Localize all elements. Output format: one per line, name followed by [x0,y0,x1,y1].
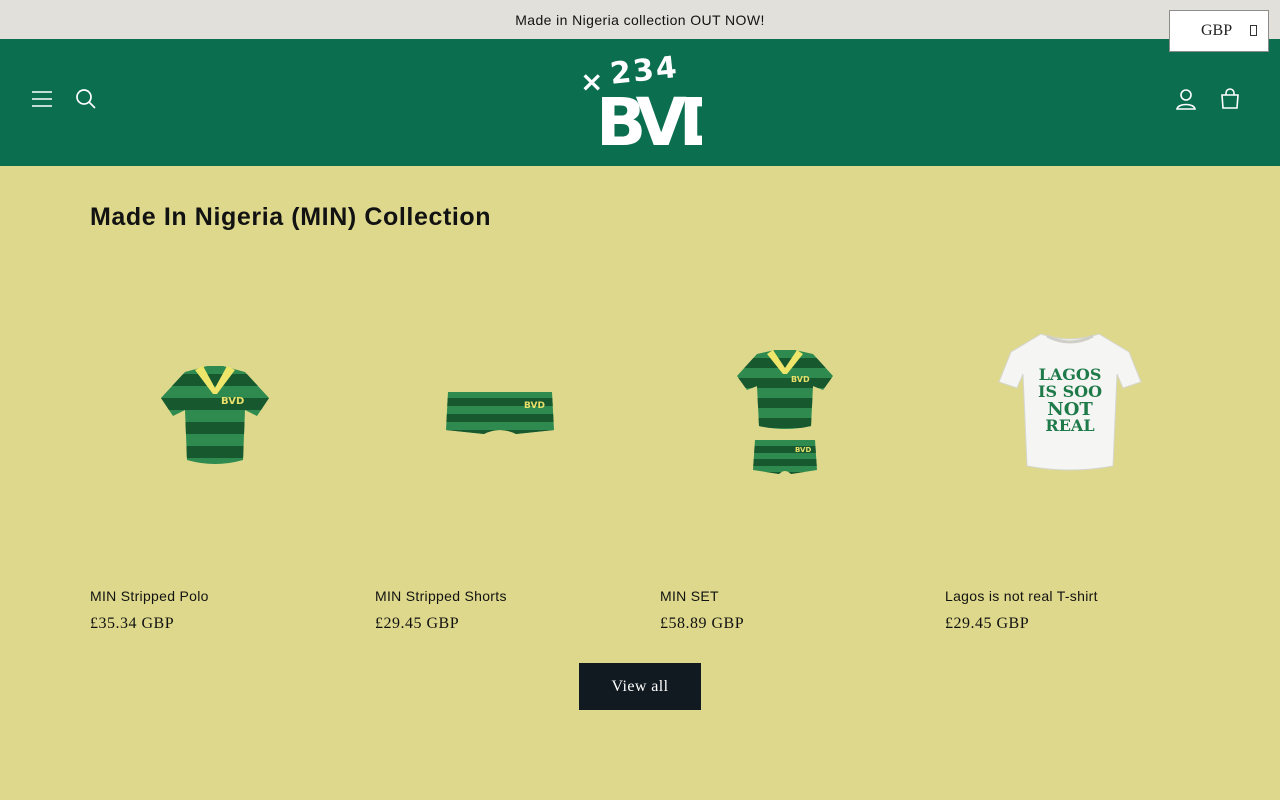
product-name[interactable]: MIN Stripped Polo [90,588,209,604]
section-title: Made In Nigeria (MIN) Collection [90,203,492,231]
product-card[interactable]: LAGOS IS SOO NOT REAL Lagos is not real … [945,272,1195,642]
product-card[interactable]: BVD MIN Stripped Shorts £29.45 GBP [375,272,625,642]
search-icon[interactable] [73,86,99,112]
product-name[interactable]: MIN Stripped Shorts [375,588,507,604]
product-price: £58.89 GBP [660,615,745,632]
product-price: £35.34 GBP [90,615,175,632]
cart-icon[interactable] [1217,86,1243,112]
announcement-text: Made in Nigeria collection OUT NOW! [515,11,765,28]
view-all-button[interactable]: View all [579,663,701,710]
account-icon[interactable] [1173,86,1199,112]
shorts-image: BVD [446,392,554,434]
currency-value: GBP [1201,22,1233,39]
tshirt-print-line-4: REAL [1045,416,1094,435]
announcement-bar: Made in Nigeria collection OUT NOW! [0,0,1280,39]
site-header: 234 × BVD [0,39,1280,166]
product-card[interactable]: BVD BVD MIN SET £58.89 GBP [660,272,910,642]
product-price: £29.45 GBP [375,615,460,632]
svg-text:BVD: BVD [596,84,702,149]
product-image[interactable]: BVD [90,272,340,562]
polo-shirt-image: BVD [161,366,269,464]
svg-text:BVD: BVD [791,375,810,384]
product-name[interactable]: MIN SET [660,588,719,604]
product-name[interactable]: Lagos is not real T-shirt [945,588,1098,604]
chevron-down-icon [1250,25,1257,36]
product-card[interactable]: BVD MIN Stripped Polo £35.34 GBP [90,272,340,642]
menu-icon[interactable] [29,86,55,112]
svg-text:BVD: BVD [795,446,811,454]
svg-text:BVD: BVD [524,401,545,411]
product-image[interactable]: BVD BVD [660,272,910,562]
product-image[interactable]: BVD [375,272,625,562]
product-price: £29.45 GBP [945,615,1030,632]
currency-selector[interactable]: GBP [1169,10,1269,52]
brand-logo[interactable]: 234 × BVD [578,50,739,161]
tshirt-image: LAGOS IS SOO NOT REAL [998,333,1142,471]
polo-and-shorts-set-image: BVD BVD [737,350,833,474]
svg-text:BVD: BVD [221,396,244,407]
product-image[interactable]: LAGOS IS SOO NOT REAL [945,272,1195,562]
